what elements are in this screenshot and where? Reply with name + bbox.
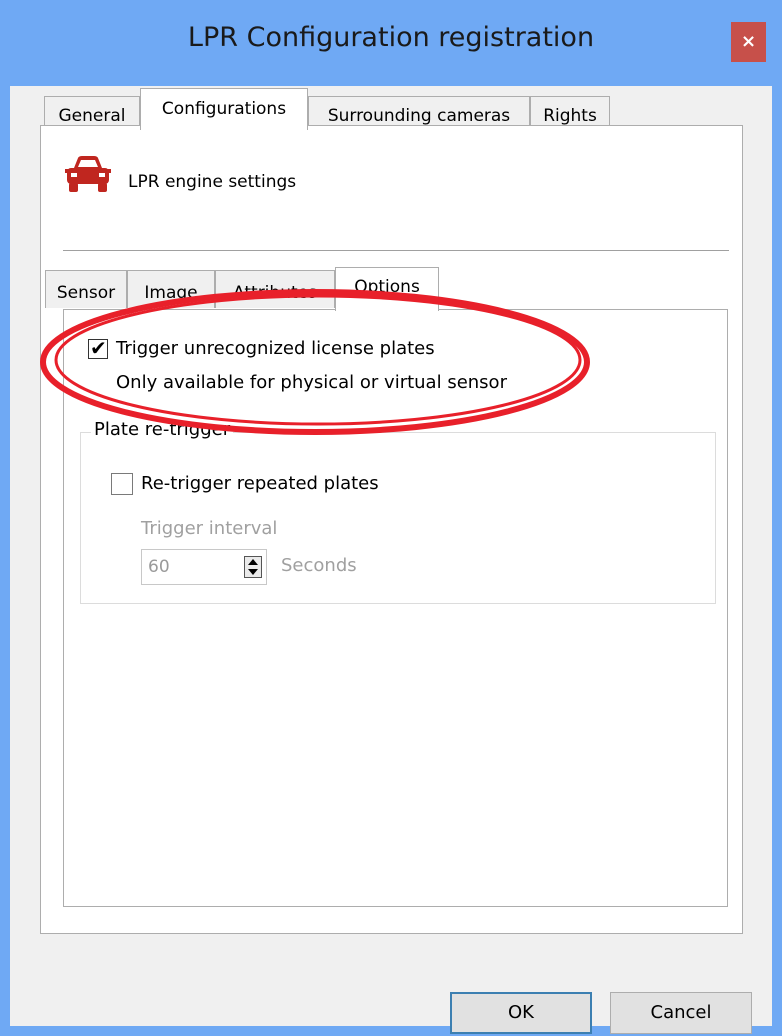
options-panel: ✔ Trigger unrecognized license plates On… [63, 309, 728, 907]
engine-settings-label: LPR engine settings [128, 172, 297, 192]
trigger-unrecognized-label[interactable]: Trigger unrecognized license plates [116, 338, 435, 359]
subtab-options[interactable]: Options [335, 267, 439, 311]
divider [63, 250, 729, 251]
subtab-attributes[interactable]: Attributes [215, 270, 335, 308]
close-button[interactable]: × [731, 22, 766, 62]
plate-retrigger-group: Plate re-trigger Re-trigger repeated pla… [80, 419, 716, 604]
retrigger-label[interactable]: Re-trigger repeated plates [141, 473, 379, 494]
trigger-unrecognized-checkbox[interactable]: ✔ [88, 336, 108, 360]
checkmark-icon: ✔ [90, 336, 107, 360]
trigger-interval-spinner[interactable]: 60 [141, 549, 267, 585]
configurations-panel: LPR engine settings Sensor Image Attribu… [40, 125, 743, 934]
group-title: Plate re-trigger [91, 419, 234, 440]
window-title: LPR Configuration registration [187, 22, 595, 53]
seconds-unit-label: Seconds [281, 555, 357, 576]
cancel-button[interactable]: Cancel [610, 992, 752, 1034]
trigger-interval-value: 60 [148, 557, 170, 577]
spinner-arrows-icon[interactable] [244, 556, 262, 578]
tab-configurations[interactable]: Configurations [140, 88, 308, 130]
dialog-client-area: General Configurations Surrounding camer… [10, 86, 772, 1034]
dialog-window: LPR Configuration registration × General… [0, 0, 782, 1036]
car-icon [65, 156, 111, 192]
ok-button[interactable]: OK [450, 992, 592, 1034]
subtab-sensor[interactable]: Sensor [45, 270, 127, 308]
trigger-interval-label: Trigger interval [141, 518, 278, 539]
availability-note: Only available for physical or virtual s… [116, 372, 507, 393]
title-bar[interactable]: LPR Configuration registration × [0, 0, 782, 86]
subtab-image[interactable]: Image [127, 270, 215, 308]
retrigger-checkbox[interactable] [111, 473, 133, 495]
